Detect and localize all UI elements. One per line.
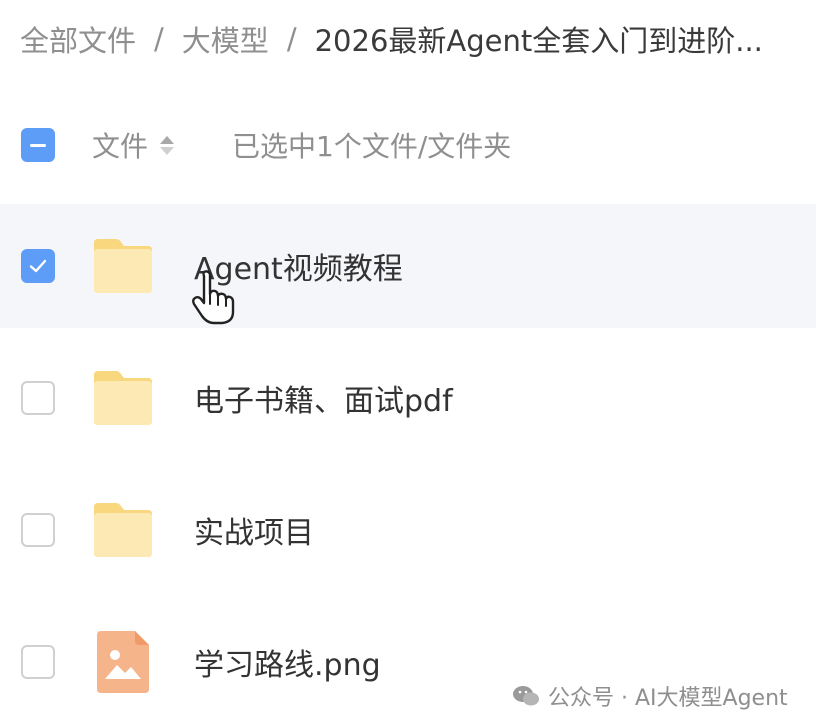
check-icon <box>29 259 47 273</box>
file-name[interactable]: 电子书籍、面试pdf <box>194 376 453 420</box>
row-checkbox[interactable] <box>21 513 55 547</box>
file-list-header: 文件 已选中1个文件/文件夹 <box>0 112 816 178</box>
column-header-file[interactable]: 文件 <box>92 125 175 165</box>
folder-icon <box>94 503 152 557</box>
row-checkbox[interactable] <box>21 645 55 679</box>
watermark: 公众号 · AI大模型Agent <box>512 680 788 712</box>
wechat-icon <box>513 686 539 706</box>
file-row[interactable]: Agent视频教程 <box>0 204 816 328</box>
breadcrumb-item-all-files[interactable]: 全部文件 <box>20 18 136 60</box>
breadcrumb-item-llm[interactable]: 大模型 <box>182 18 269 60</box>
breadcrumb-separator: / <box>286 22 297 56</box>
selection-status: 已选中1个文件/文件夹 <box>232 130 512 163</box>
sort-icon[interactable] <box>160 135 175 155</box>
hand-pointer-icon <box>192 270 235 325</box>
file-row[interactable]: 实战项目 <box>0 468 816 592</box>
file-name[interactable]: 实战项目 <box>194 508 314 552</box>
select-all-checkbox[interactable] <box>21 128 55 162</box>
breadcrumb-separator: / <box>154 22 164 56</box>
breadcrumb-current: 2026最新Agent全套入门到进阶... <box>314 24 763 58</box>
image-file-icon <box>97 631 149 693</box>
file-browser: 全部文件 / 大模型 / 2026最新Agent全套入门到进阶... 文件 已选… <box>0 0 816 728</box>
row-checkbox[interactable] <box>21 249 55 283</box>
breadcrumb: 全部文件 / 大模型 / 2026最新Agent全套入门到进阶... <box>20 18 763 60</box>
file-row[interactable]: 电子书籍、面试pdf <box>0 336 816 460</box>
column-header-file-label: 文件 <box>92 130 149 163</box>
row-checkbox[interactable] <box>21 381 55 415</box>
folder-icon <box>94 239 152 293</box>
folder-icon <box>94 371 152 425</box>
watermark-text: 公众号 · AI大模型Agent <box>548 686 788 711</box>
file-name[interactable]: 学习路线.png <box>194 640 381 684</box>
